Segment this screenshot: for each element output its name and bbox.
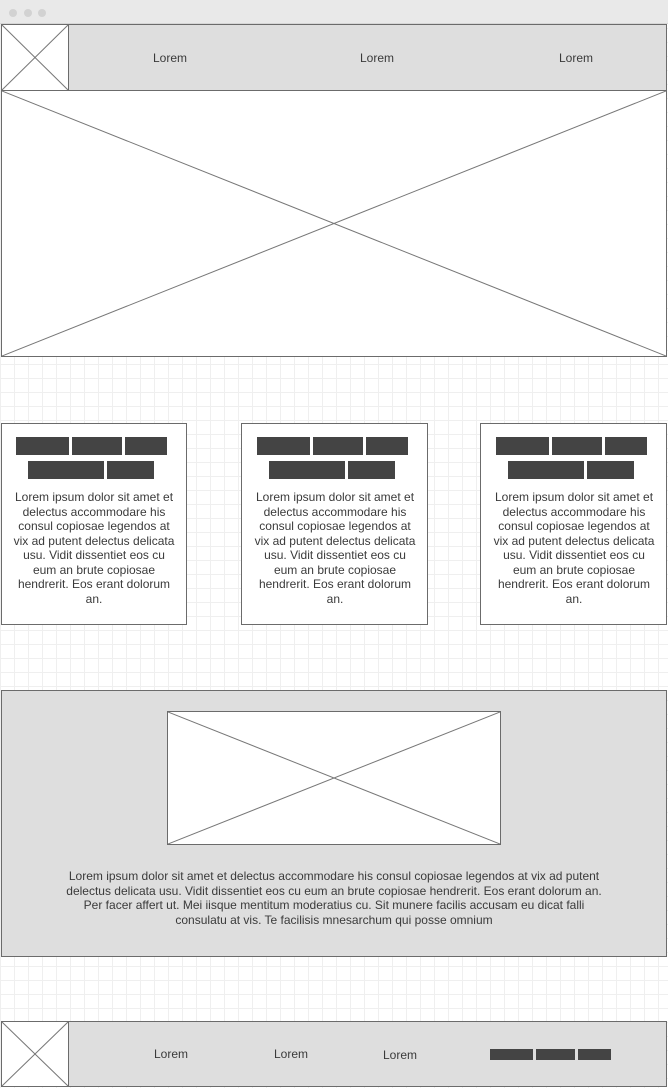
feature-card-1: Lorem ipsum dolor sit amet et delectus a… — [1, 423, 187, 625]
feature-card-3: Lorem ipsum dolor sit amet et delectus a… — [480, 423, 667, 625]
footer-social-bar[interactable] — [490, 1049, 533, 1060]
card-heading-bar — [366, 437, 408, 455]
card-heading-bar — [605, 437, 647, 455]
card-heading-bar — [125, 437, 167, 455]
card-heading-bar — [257, 437, 310, 455]
image-placeholder-icon — [168, 712, 500, 844]
footer-bar: Lorem Lorem Lorem — [1, 1021, 667, 1087]
card-heading-bar — [508, 461, 584, 479]
footer-link-3[interactable]: Lorem — [360, 1048, 440, 1062]
card-heading-bar — [16, 437, 69, 455]
window-minimize-dot[interactable] — [24, 9, 32, 17]
feature-section: Lorem ipsum dolor sit amet et delectus a… — [1, 690, 667, 957]
image-placeholder-icon — [2, 25, 68, 90]
logo-placeholder[interactable] — [1, 24, 69, 91]
footer-link-1[interactable]: Lorem — [131, 1047, 211, 1061]
card-heading-bar — [552, 437, 602, 455]
window-titlebar — [0, 0, 668, 24]
card-heading-bar — [107, 461, 154, 479]
hero-image-placeholder — [1, 90, 667, 357]
card-heading-bar — [269, 461, 345, 479]
card-heading-bar — [313, 437, 363, 455]
card-body-text: Lorem ipsum dolor sit amet et delectus a… — [493, 490, 655, 606]
image-placeholder-icon — [2, 91, 666, 356]
nav-link-2[interactable]: Lorem — [337, 51, 417, 65]
footer-social-bar[interactable] — [536, 1049, 575, 1060]
nav-link-1[interactable]: Lorem — [130, 51, 210, 65]
window-maximize-dot[interactable] — [38, 9, 46, 17]
footer-link-2[interactable]: Lorem — [251, 1047, 331, 1061]
footer-logo-placeholder[interactable] — [1, 1021, 69, 1087]
card-heading-bar — [496, 437, 549, 455]
card-heading-bar — [348, 461, 395, 479]
header-bar: Lorem Lorem Lorem — [1, 24, 667, 91]
card-heading-bar — [28, 461, 104, 479]
card-body-text: Lorem ipsum dolor sit amet et delectus a… — [13, 490, 175, 606]
feature-image-placeholder — [167, 711, 501, 845]
card-body-text: Lorem ipsum dolor sit amet et delectus a… — [254, 490, 416, 606]
window-close-dot[interactable] — [9, 9, 17, 17]
card-heading-bar — [587, 461, 634, 479]
footer-social-bar[interactable] — [578, 1049, 611, 1060]
image-placeholder-icon — [2, 1022, 68, 1086]
card-heading-bar — [72, 437, 122, 455]
feature-body-text: Lorem ipsum dolor sit amet et delectus a… — [66, 869, 602, 927]
feature-card-2: Lorem ipsum dolor sit amet et delectus a… — [241, 423, 428, 625]
nav-link-3[interactable]: Lorem — [536, 51, 616, 65]
